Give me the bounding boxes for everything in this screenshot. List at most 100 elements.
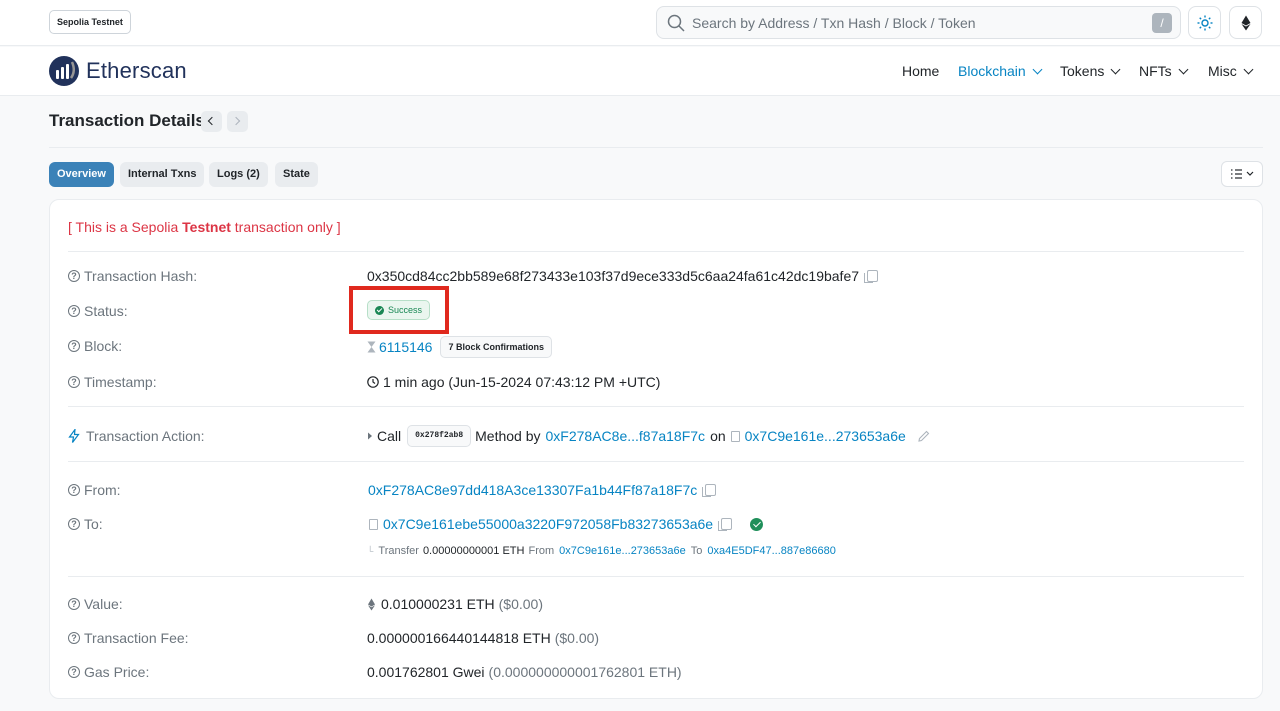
pencil-icon[interactable] xyxy=(917,430,930,443)
tx-action-label: Transaction Action: xyxy=(68,428,205,444)
question-circle-icon: ? xyxy=(68,632,80,644)
theme-toggle-button[interactable] xyxy=(1188,6,1221,39)
network-badge: Sepolia Testnet xyxy=(49,10,131,34)
chevron-down-icon xyxy=(1110,64,1121,75)
highlight-box xyxy=(349,286,449,334)
testnet-notice: [ This is a Sepolia Testnet transaction … xyxy=(68,219,341,235)
chevron-down-icon xyxy=(1032,64,1043,75)
search-shortcut: / xyxy=(1152,13,1172,33)
ethereum-icon xyxy=(1241,15,1251,31)
question-circle-icon: ? xyxy=(68,484,80,496)
gas-price-label-text: Gas Price: xyxy=(84,664,150,680)
fee-value: 0.000000166440144818 ETH ($0.00) xyxy=(367,630,599,646)
tab-overview[interactable]: Overview xyxy=(49,162,114,187)
nav-tokens-label: Tokens xyxy=(1060,63,1105,79)
action-contract-link[interactable]: 0x7C9e161e...273653a6e xyxy=(745,428,906,444)
status-label: ? Status: xyxy=(68,303,128,319)
fee-usd: ($0.00) xyxy=(554,630,600,646)
method-id-badge: 0x278f2ab8 xyxy=(407,425,472,447)
nav-blockchain-label: Blockchain xyxy=(958,63,1026,79)
nav-misc-label: Misc xyxy=(1208,63,1237,79)
from-label: ? From: xyxy=(68,482,121,498)
view-options-button[interactable] xyxy=(1221,161,1263,187)
ethereum-icon xyxy=(368,598,375,610)
contract-file-icon xyxy=(730,430,740,442)
tx-action-value: Call 0x278f2ab8 Method by 0xF278AC8e...f… xyxy=(367,425,930,447)
chevron-down-icon xyxy=(1178,64,1189,75)
to-label: ? To: xyxy=(68,516,103,532)
nav-misc[interactable]: Misc xyxy=(1208,63,1254,79)
transfer-to-link[interactable]: 0xa4E5DF47...887e86680 xyxy=(707,545,835,557)
copy-icon[interactable] xyxy=(864,270,879,283)
tab-internal-txns[interactable]: Internal Txns xyxy=(120,162,205,187)
clock-icon xyxy=(367,376,379,388)
next-transaction-button[interactable] xyxy=(227,111,248,132)
main-navbar: Etherscan Home Blockchain Tokens NFTs Mi… xyxy=(0,47,1280,96)
prev-transaction-button[interactable] xyxy=(201,111,222,132)
etherscan-logo-icon[interactable] xyxy=(49,56,79,86)
value-usd: ($0.00) xyxy=(498,596,543,612)
transfer-amount: 0.00000000001 ETH xyxy=(422,545,525,557)
internal-transfer-row: └ Transfer 0.00000000001 ETH From 0x7C9e… xyxy=(367,545,836,557)
tx-hash-text: 0x350cd84cc2bb589e68f273433e103f37d9ece3… xyxy=(367,268,860,284)
block-value: 6115146 7 Block Confirmations xyxy=(367,336,552,358)
status-label-text: Status: xyxy=(84,303,128,319)
gas-price-value: 0.001762801 Gwei (0.000000000001762801 E… xyxy=(367,664,682,680)
from-label-text: From: xyxy=(84,482,121,498)
question-circle-icon: ? xyxy=(68,305,80,317)
tab-state[interactable]: State xyxy=(275,162,318,187)
divider xyxy=(68,461,1244,462)
action-call: Call xyxy=(377,428,402,444)
timestamp-text: 1 min ago (Jun-15-2024 07:43:12 PM +UTC) xyxy=(383,374,661,390)
question-circle-icon: ? xyxy=(68,270,80,282)
notice-prefix: [ This is a Sepolia xyxy=(68,219,183,235)
question-circle-icon: ? xyxy=(68,598,80,610)
timestamp-label: ? Timestamp: xyxy=(68,374,157,390)
copy-icon[interactable] xyxy=(718,518,733,531)
nav-nfts[interactable]: NFTs xyxy=(1139,63,1189,79)
tree-branch-icon: └ xyxy=(367,546,374,556)
divider xyxy=(68,406,1244,407)
nav-blockchain[interactable]: Blockchain xyxy=(958,63,1043,79)
nav-tokens[interactable]: Tokens xyxy=(1060,63,1121,79)
block-number-link[interactable]: 6115146 xyxy=(379,339,432,355)
list-check-icon xyxy=(1231,169,1254,179)
block-label-text: Block: xyxy=(84,338,123,354)
hourglass-icon xyxy=(367,341,376,353)
page-title: Transaction Details xyxy=(49,111,205,130)
action-on: on xyxy=(710,428,726,444)
to-address-link[interactable]: 0x7C9e161ebe55000a3220F972058Fb83273653a… xyxy=(383,516,713,532)
brand-name[interactable]: Etherscan xyxy=(86,58,187,84)
divider xyxy=(49,147,1263,148)
gas-amount: 0.001762801 Gwei xyxy=(367,664,485,680)
top-bar: Sepolia Testnet Search by Address / Txn … xyxy=(0,0,1280,46)
nav-home[interactable]: Home xyxy=(902,63,939,79)
fee-label-text: Transaction Fee: xyxy=(84,630,189,646)
value-amount: 0.010000231 ETH xyxy=(381,596,495,612)
fee-label: ? Transaction Fee: xyxy=(68,630,189,646)
action-method-by: Method by xyxy=(475,428,541,444)
nav-nfts-label: NFTs xyxy=(1139,63,1172,79)
transfer-prefix: Transfer xyxy=(378,545,419,557)
copy-icon[interactable] xyxy=(702,484,717,497)
network-switch-button[interactable] xyxy=(1229,6,1262,39)
tab-logs[interactable]: Logs (2) xyxy=(209,162,268,187)
contract-file-icon xyxy=(369,518,378,530)
transfer-from-link[interactable]: 0x7C9e161e...273653a6e xyxy=(559,545,686,557)
transfer-from-label: From xyxy=(528,545,555,557)
search-placeholder: Search by Address / Txn Hash / Block / T… xyxy=(692,15,976,31)
caret-right-icon[interactable] xyxy=(367,432,373,440)
chevron-left-icon xyxy=(207,116,217,126)
tx-hash-label: ? Transaction Hash: xyxy=(68,268,197,284)
verified-check-icon xyxy=(750,517,764,531)
lightning-icon xyxy=(68,429,80,443)
action-by-address-link[interactable]: 0xF278AC8e...f87a18F7c xyxy=(546,428,706,444)
value-value: 0.010000231 ETH ($0.00) xyxy=(367,596,543,612)
search-input[interactable]: Search by Address / Txn Hash / Block / T… xyxy=(656,6,1181,39)
chevron-down-icon xyxy=(1243,64,1254,75)
notice-bold: Testnet xyxy=(182,219,231,235)
question-circle-icon: ? xyxy=(68,376,80,388)
from-address-link[interactable]: 0xF278AC8e97dd418A3ce13307Fa1b44Ff87a18F… xyxy=(368,482,697,498)
from-value: 0xF278AC8e97dd418A3ce13307Fa1b44Ff87a18F… xyxy=(367,482,717,498)
tx-hash-value: 0x350cd84cc2bb589e68f273433e103f37d9ece3… xyxy=(367,268,879,284)
